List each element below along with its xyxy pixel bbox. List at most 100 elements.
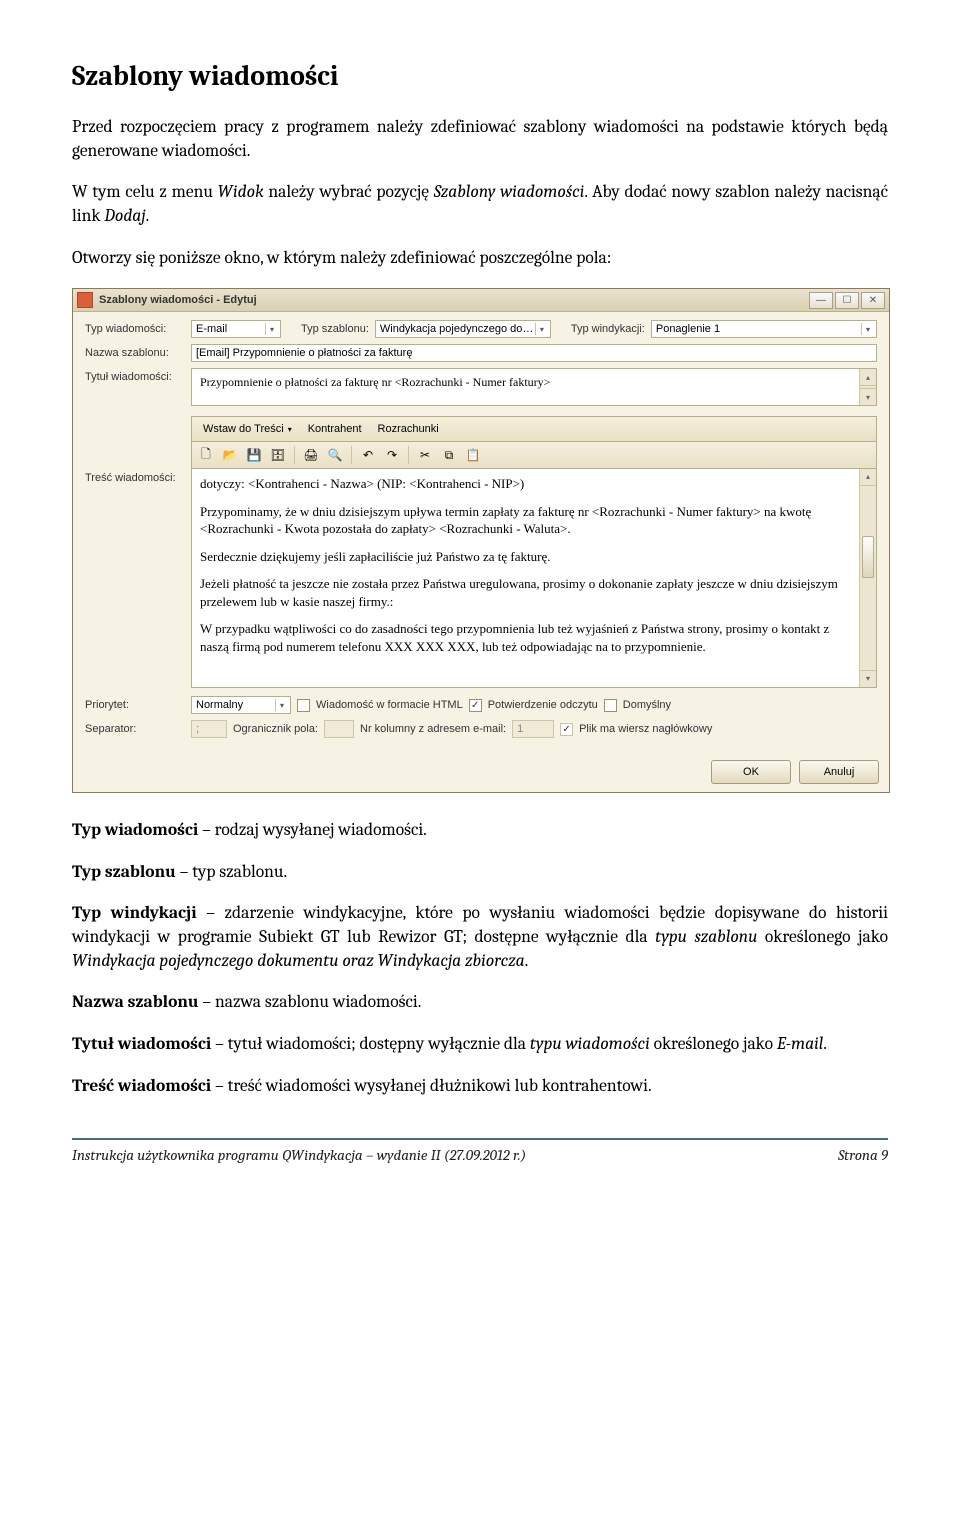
print-preview-icon[interactable]: 🔍 <box>325 445 345 465</box>
label-checkbox-plik: Plik ma wiersz nagłówkowy <box>579 723 712 735</box>
close-button[interactable]: ✕ <box>861 292 885 309</box>
desc: – tytuł wiadomości; dostępny wyłącznie d… <box>211 1034 530 1054</box>
dialog-screenshot: Szablony wiadomości - Edytuj — ☐ ✕ Typ w… <box>72 288 890 793</box>
minimize-button[interactable]: — <box>809 292 833 309</box>
checkbox-domyslny[interactable] <box>604 699 617 712</box>
scroll-down-icon[interactable]: ▾ <box>860 388 876 405</box>
select-value: Normalny <box>196 699 243 711</box>
textarea-tytul[interactable]: Przypomnienie o płatności za fakturę nr … <box>191 368 877 406</box>
label-nr-kolumny: Nr kolumny z adresem e-mail: <box>360 723 506 735</box>
button-label: OK <box>743 766 759 778</box>
text-italic: Widok <box>218 182 264 202</box>
desc: – nazwa szablonu wiadomości. <box>199 992 422 1012</box>
separator <box>408 446 409 464</box>
save-as-icon[interactable]: 🗄 <box>268 445 288 465</box>
button-label: Anuluj <box>824 766 855 778</box>
ok-button[interactable]: OK <box>711 760 791 784</box>
input-nazwa-szablonu[interactable]: [Email] Przypomnienie o płatności za fak… <box>191 344 877 362</box>
select-priorytet[interactable]: Normalny ▾ <box>191 696 291 714</box>
menu-label: Kontrahent <box>308 423 362 435</box>
menu-rozrachunki[interactable]: Rozrachunki <box>371 420 446 438</box>
input-ogranicznik <box>324 720 354 738</box>
scroll-thumb[interactable] <box>862 536 874 578</box>
menu-wstaw-do-tresci[interactable]: Wstaw do Treści ▾ <box>196 420 299 438</box>
checkbox-html[interactable] <box>297 699 310 712</box>
def-nazwa-szablonu: Nazwa szablonu – nazwa szablonu wiadomoś… <box>72 991 888 1015</box>
editor-body[interactable]: dotyczy: <Kontrahenci - Nazwa> (NIP: <Ko… <box>191 468 877 688</box>
input-separator: ; <box>191 720 227 738</box>
paragraph-intro: Przed rozpoczęciem pracy z programem nal… <box>72 116 888 163</box>
open-file-icon[interactable]: 📂 <box>220 445 240 465</box>
term: Tytuł wiadomości <box>72 1034 211 1054</box>
desc-italic: E-mail <box>777 1034 823 1054</box>
chevron-down-icon: ▾ <box>265 323 278 335</box>
label-separator: Separator: <box>85 723 185 735</box>
editor-toolbar-icons: 🗋 📂 💾 🗄 🖨 🔍 ↶ ↷ ✂ ⧉ 📋 <box>191 441 877 468</box>
term: Typ windykacji <box>72 903 197 923</box>
scrollbar[interactable]: ▴ ▾ <box>859 369 876 405</box>
page-footer: Instrukcja użytkownika programu QWindyka… <box>72 1138 888 1164</box>
editor-line: Jeżeli płatność ta jeszcze nie została p… <box>200 575 854 610</box>
paragraph-menu-hint: W tym celu z menu Widok należy wybrać po… <box>72 181 888 228</box>
label-nazwa-szablonu: Nazwa szablonu: <box>85 347 185 359</box>
desc-italic: typu szablonu <box>655 927 757 947</box>
term: Typ szablonu <box>72 862 176 882</box>
checkbox-potwierdzenie[interactable]: ✓ <box>469 699 482 712</box>
input-value: [Email] Przypomnienie o płatności za fak… <box>196 347 412 359</box>
scroll-up-icon[interactable]: ▴ <box>860 369 876 386</box>
input-value: ; <box>196 723 199 735</box>
window-title: Szablony wiadomości - Edytuj <box>99 294 807 306</box>
label-ogranicznik: Ogranicznik pola: <box>233 723 318 735</box>
label-typ-windykacji: Typ windykacji: <box>571 323 645 335</box>
editor-toolbar-menus: Wstaw do Treści ▾ Kontrahent Rozrachunki <box>191 416 877 441</box>
editor-line: W przypadku wątpliwości co do zasadności… <box>200 620 854 655</box>
scroll-down-icon[interactable]: ▾ <box>860 670 876 687</box>
text-italic: Dodaj <box>104 206 145 226</box>
input-nr-kolumny: 1 <box>512 720 554 738</box>
label-tytul-wiadomosci: Tytuł wiadomości: <box>85 368 185 383</box>
label-typ-wiadomosci: Typ wiadomości: <box>85 323 185 335</box>
label-priorytet: Priorytet: <box>85 699 185 711</box>
desc: . <box>525 951 529 971</box>
input-value: 1 <box>517 723 523 735</box>
save-icon[interactable]: 💾 <box>244 445 264 465</box>
desc: – rodzaj wysyłanej wiadomości. <box>198 820 427 840</box>
label-typ-szablonu: Typ szablonu: <box>301 323 369 335</box>
footer-right: Strona 9 <box>838 1146 888 1164</box>
separator <box>294 446 295 464</box>
term: Nazwa szablonu <box>72 992 199 1012</box>
paste-icon[interactable]: 📋 <box>463 445 483 465</box>
desc: – typ szablonu. <box>176 862 287 882</box>
print-icon[interactable]: 🖨 <box>301 445 321 465</box>
select-value: E-mail <box>196 323 227 335</box>
chevron-down-icon: ▾ <box>861 323 874 335</box>
redo-icon[interactable]: ↷ <box>382 445 402 465</box>
desc: określonego jako <box>650 1034 777 1054</box>
select-typ-wiadomosci[interactable]: E-mail ▾ <box>191 320 281 338</box>
desc-italic: typu wiadomości <box>530 1034 650 1054</box>
scroll-track[interactable] <box>860 486 876 670</box>
def-tytul-wiadomosci: Tytuł wiadomości – tytuł wiadomości; dos… <box>72 1033 888 1057</box>
separator <box>351 446 352 464</box>
maximize-button[interactable]: ☐ <box>835 292 859 309</box>
chevron-down-icon: ▾ <box>288 425 292 434</box>
scroll-up-icon[interactable]: ▴ <box>860 469 876 486</box>
cut-icon[interactable]: ✂ <box>415 445 435 465</box>
copy-icon[interactable]: ⧉ <box>439 445 459 465</box>
desc-italic: Windykacja pojedynczego dokumentu oraz W… <box>72 951 525 971</box>
undo-icon[interactable]: ↶ <box>358 445 378 465</box>
def-typ-wiadomosci: Typ wiadomości – rodzaj wysyłanej wiadom… <box>72 819 888 843</box>
new-file-icon[interactable]: 🗋 <box>196 445 216 465</box>
term: Typ wiadomości <box>72 820 198 840</box>
menu-kontrahent[interactable]: Kontrahent <box>301 420 369 438</box>
cancel-button[interactable]: Anuluj <box>799 760 879 784</box>
checkbox-plik-naglowkowy: ✓ <box>560 723 573 736</box>
scrollbar[interactable]: ▴ ▾ <box>859 469 876 687</box>
select-typ-windykacji[interactable]: Ponaglenie 1 ▾ <box>651 320 877 338</box>
app-icon <box>77 292 93 308</box>
term: Treść wiadomości <box>72 1076 211 1096</box>
select-typ-szablonu[interactable]: Windykacja pojedynczego do… ▾ <box>375 320 551 338</box>
scroll-track[interactable] <box>860 386 876 388</box>
text: należy wybrać pozycję <box>264 182 434 202</box>
footer-left: Instrukcja użytkownika programu QWindyka… <box>72 1146 526 1164</box>
